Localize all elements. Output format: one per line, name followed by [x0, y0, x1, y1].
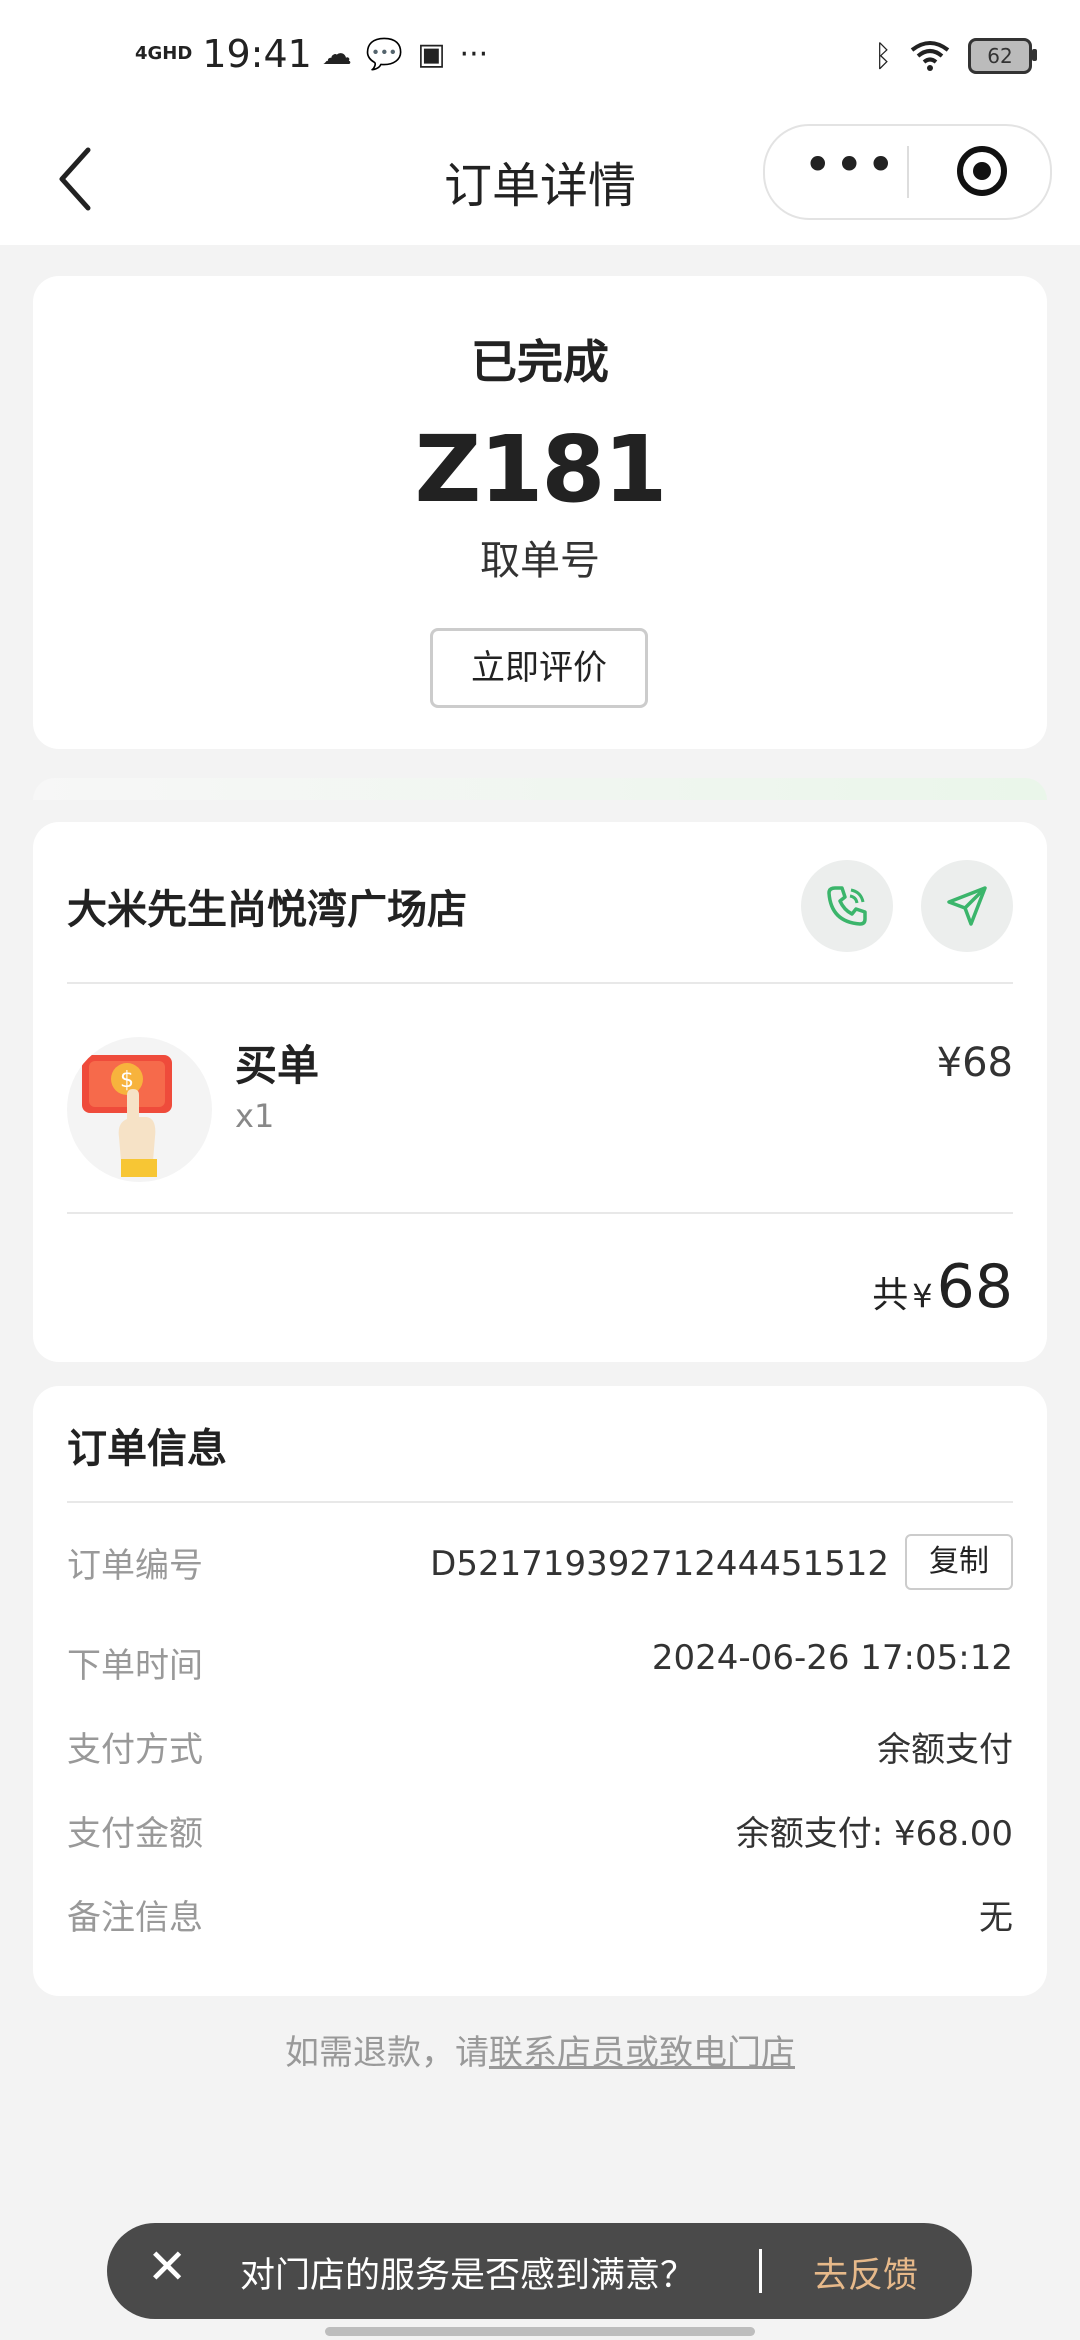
wifi-icon	[910, 41, 950, 71]
close-miniprogram-icon[interactable]	[957, 146, 1007, 196]
item-price: ¥68	[936, 1040, 1013, 1086]
copy-button[interactable]: 复制	[905, 1534, 1013, 1590]
status-bar: 4GHD 19:41 ☁ 💬 ▣ ··· ᛒ 62	[0, 0, 1080, 120]
phone-icon	[827, 886, 867, 926]
order-status-card: 已完成 Z181 取单号 立即评价	[33, 276, 1047, 749]
total-amount: 68	[936, 1252, 1013, 1322]
total-label: 共	[872, 1275, 909, 1316]
call-store-button[interactable]	[801, 860, 893, 952]
info-value: 无	[979, 1898, 1013, 1938]
cloud-icon: ☁	[321, 36, 352, 72]
info-value: 余额支付: ¥68.00	[735, 1814, 1013, 1854]
info-label: 支付金额	[67, 1814, 203, 1854]
review-button[interactable]: 立即评价	[430, 628, 648, 708]
battery-icon: 62	[968, 38, 1037, 74]
info-value: 2024-06-26 17:05:12	[651, 1638, 1013, 1678]
feedback-question: 对门店的服务是否感到满意？	[240, 2256, 696, 2296]
divider	[67, 1212, 1013, 1214]
close-icon[interactable]: ✕	[147, 2239, 187, 2295]
item-quantity: x1	[235, 1097, 275, 1135]
more-options-icon[interactable]: •••	[803, 136, 897, 194]
divider	[67, 1501, 1013, 1503]
payment-hand-icon: $	[82, 1055, 172, 1177]
info-value: 余额支付	[877, 1730, 1013, 1770]
app-notification-icon: ▣	[417, 36, 446, 72]
miniprogram-capsule: •••	[763, 124, 1052, 220]
navigate-store-button[interactable]	[921, 860, 1013, 952]
item-image: $	[67, 1037, 212, 1182]
contact-store-link[interactable]: 联系店员或致电门店	[489, 2033, 795, 2073]
more-notifications-icon: ···	[459, 36, 489, 72]
network-signal-icon: 4GHD	[135, 43, 193, 64]
info-label: 订单编号	[67, 1546, 203, 1586]
info-row-payment-method: 支付方式 余额支付	[67, 1722, 1013, 1778]
capsule-divider	[907, 146, 909, 198]
info-row-order-number: 订单编号 D52171939271244451512 复制	[67, 1534, 1013, 1594]
info-label: 备注信息	[67, 1898, 203, 1938]
info-row-order-time: 下单时间 2024-06-26 17:05:12	[67, 1638, 1013, 1694]
item-name: 买单	[235, 1041, 320, 1090]
refund-prefix: 如需退款，请	[285, 2033, 489, 2073]
wechat-icon: 💬	[365, 36, 404, 72]
feedback-bar: ✕ 对门店的服务是否感到满意？ 去反馈	[107, 2223, 972, 2319]
pickup-code: Z181	[414, 416, 668, 523]
order-total: 共 ¥ 68	[872, 1252, 1013, 1322]
divider	[67, 982, 1013, 984]
store-card: 大米先生尚悦湾广场店 $ 买单 x1 ¥68 共 ¥ 68	[33, 822, 1047, 1362]
pickup-label: 取单号	[480, 538, 600, 584]
nav-bar: 订单详情 •••	[0, 120, 1080, 245]
home-indicator[interactable]	[325, 2327, 755, 2336]
refund-note: 如需退款，请联系店员或致电门店	[0, 2025, 1080, 2074]
order-info-title: 订单信息	[67, 1426, 227, 1472]
info-label: 下单时间	[67, 1646, 203, 1686]
order-info-card: 订单信息 订单编号 D52171939271244451512 复制 下单时间 …	[33, 1386, 1047, 1996]
order-number: D52171939271244451512	[430, 1544, 889, 1584]
navigation-arrow-icon	[947, 886, 987, 926]
order-status: 已完成	[471, 335, 609, 389]
info-label: 支付方式	[67, 1730, 203, 1770]
bluetooth-icon: ᛒ	[874, 38, 892, 74]
decorative-strip	[33, 778, 1047, 800]
feedback-divider	[759, 2249, 762, 2293]
info-row-remarks: 备注信息 无	[67, 1890, 1013, 1946]
total-currency: ¥	[912, 1277, 933, 1315]
feedback-button[interactable]: 去反馈	[813, 2247, 918, 2298]
status-time: 19:41	[202, 32, 312, 76]
store-name: 大米先生尚悦湾广场店	[67, 887, 467, 933]
info-row-payment-amount: 支付金额 余额支付: ¥68.00	[67, 1806, 1013, 1862]
battery-level: 62	[987, 44, 1013, 68]
